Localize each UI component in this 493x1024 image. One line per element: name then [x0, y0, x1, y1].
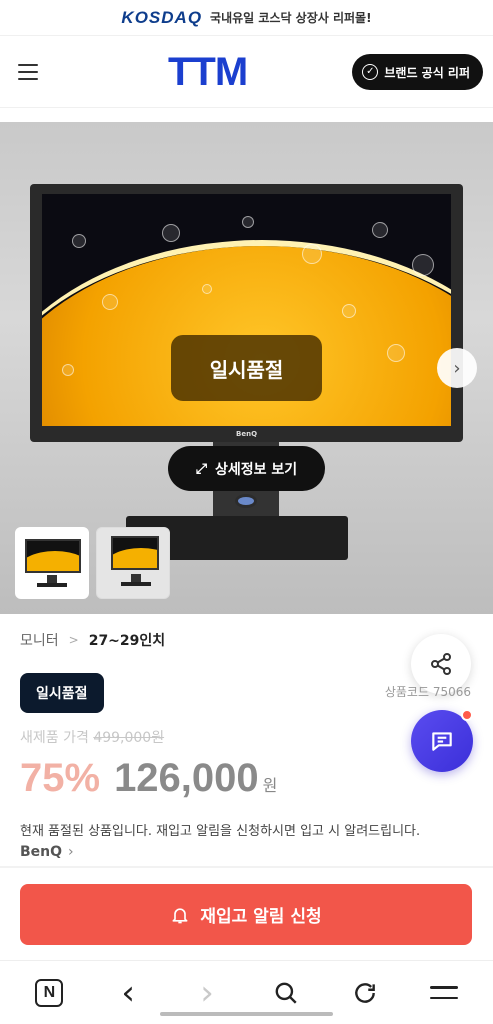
search-button[interactable]: [266, 973, 306, 1013]
expand-icon: ⤢: [195, 460, 208, 477]
brand-official-button[interactable]: ✓ 브랜드 공식 리퍼: [352, 54, 483, 90]
sold-out-overlay: 일시품절: [171, 335, 322, 401]
check-circle-icon: ✓: [362, 64, 379, 80]
original-price-value: 499,000원: [93, 730, 165, 746]
breadcrumb: 모니터 > 27~29인치: [20, 630, 165, 650]
product-image-carousel[interactable]: BenQ 일시품절 › ⤢ 상세정보 보기: [0, 122, 493, 614]
divider: [0, 866, 493, 868]
sale-price: 126,000: [114, 756, 259, 800]
refresh-button[interactable]: [345, 973, 385, 1013]
original-price: 새제품 가격 499,000원: [20, 727, 164, 747]
breadcrumb-size[interactable]: 27~29인치: [89, 630, 165, 650]
home-indicator: [160, 1012, 333, 1016]
original-price-label: 새제품 가격: [20, 730, 89, 746]
banner-text: 국내유일 코스닥 상장사 리퍼몰!: [210, 11, 372, 25]
back-button[interactable]: ‹: [108, 973, 148, 1013]
ttm-logo[interactable]: TTM: [168, 52, 248, 92]
brand-name: BenQ: [20, 844, 63, 860]
brand-link[interactable]: BenQ ›: [20, 844, 74, 860]
view-details-button[interactable]: ⤢ 상세정보 보기: [168, 446, 325, 491]
chevron-left-icon: ‹: [121, 972, 136, 1013]
monitor-brand-mark: BenQ: [236, 430, 258, 438]
naver-home-button[interactable]: N: [29, 973, 69, 1013]
currency-unit: 원: [262, 776, 278, 795]
breadcrumb-monitor[interactable]: 모니터: [20, 630, 59, 650]
price-row: 75% 126,000 원: [20, 756, 277, 801]
menu-icon[interactable]: [18, 57, 48, 87]
product-code: 상품코드 75066: [384, 685, 471, 699]
site-header: TTM ✓ 브랜드 공식 리퍼: [0, 36, 493, 108]
naver-n-icon: N: [35, 978, 64, 1007]
chevron-right-icon: ›: [68, 844, 74, 860]
discount-rate: 75%: [20, 756, 101, 800]
restock-alert-label: 재입고 알림 신청: [200, 907, 322, 927]
chevron-right-icon: ›: [453, 357, 461, 379]
share-icon: [431, 653, 451, 675]
kosdaq-banner[interactable]: KOSDAQ 국내유일 코스닥 상장사 리퍼몰!: [0, 0, 493, 36]
status-badge: 일시품절: [20, 673, 104, 713]
bell-icon: [172, 907, 188, 923]
browser-toolbar: N ‹ ›: [0, 960, 493, 1024]
monitor-image: BenQ: [30, 184, 463, 442]
browser-menu-button[interactable]: [424, 973, 464, 1013]
view-details-label: 상세정보 보기: [215, 461, 298, 478]
thumbnail-2[interactable]: [96, 527, 170, 599]
breadcrumb-chevron-icon: >: [68, 633, 79, 647]
search-icon: [275, 982, 297, 1004]
kosdaq-logo: KOSDAQ: [121, 7, 203, 27]
chevron-right-icon: ›: [200, 972, 214, 1013]
menu-icon: [429, 986, 458, 999]
restock-alert-button[interactable]: 재입고 알림 신청: [20, 884, 472, 945]
chat-notification-dot: [461, 709, 473, 721]
next-image-button[interactable]: ›: [437, 348, 477, 388]
forward-button[interactable]: ›: [187, 973, 227, 1013]
refresh-icon: [354, 982, 375, 1003]
thumbnail-1[interactable]: [15, 527, 89, 599]
chat-bubble-icon: [432, 732, 452, 751]
brand-official-label: 브랜드 공식 리퍼: [384, 65, 470, 80]
sold-out-notice: 현재 품절된 상품입니다. 재입고 알림을 신청하시면 입고 시 알려드립니다.: [20, 824, 421, 839]
